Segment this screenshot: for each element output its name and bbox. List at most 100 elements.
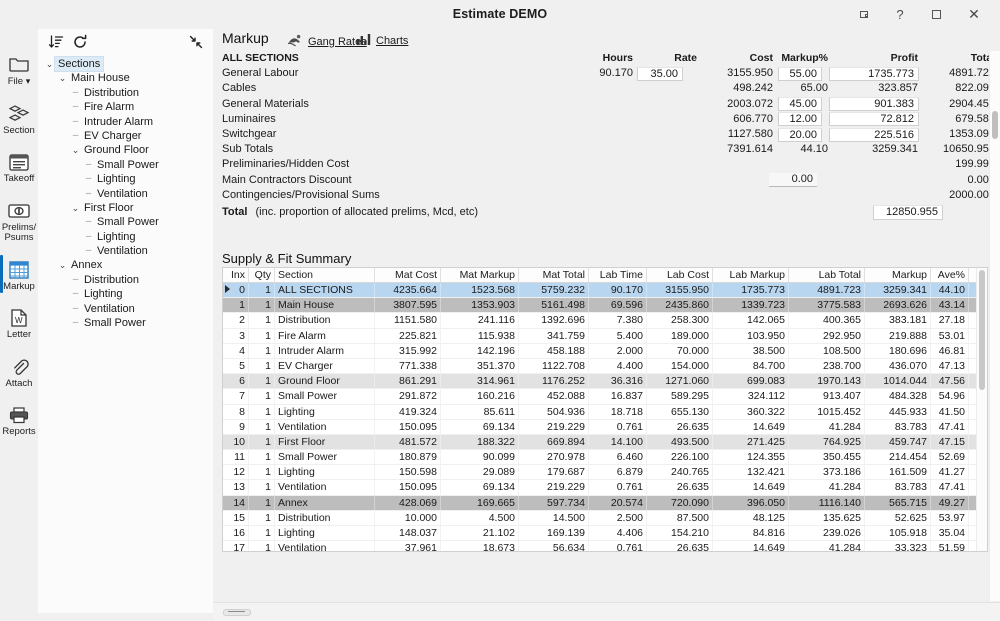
table-cell[interactable]: 341.759 [519,328,589,343]
table-cell[interactable]: 5 [223,358,249,374]
table-cell[interactable]: 1 [249,495,275,510]
table-cell[interactable]: Distribution [275,313,375,328]
table-cell[interactable]: 14 [223,495,249,510]
table-cell[interactable]: 38.500 [713,343,789,358]
table-cell[interactable]: 1014.044 [865,374,931,389]
table-cell[interactable]: 4 [223,343,249,358]
table-cell[interactable]: 36.316 [589,374,647,389]
table-cell[interactable]: 315.992 [375,343,441,358]
table-cell[interactable]: 11 [223,450,249,465]
tree-node[interactable]: – Small Power [38,316,213,330]
table-cell[interactable]: Ground Floor [275,374,375,389]
table-cell[interactable]: First Floor [275,434,375,450]
table-cell[interactable]: 103.950 [713,328,789,343]
table-cell[interactable]: 1271.060 [647,374,713,389]
table-cell[interactable]: 484.328 [865,389,931,404]
table-cell[interactable]: 29.089 [441,465,519,480]
table-cell[interactable]: 258.300 [647,313,713,328]
table-cell[interactable]: EV Charger [275,358,375,374]
table-cell[interactable]: 452.088 [519,389,589,404]
tree-node[interactable]: – Lighting [38,172,213,186]
table-cell[interactable]: 115.938 [441,328,519,343]
table-cell[interactable]: Main House [275,298,375,313]
gang-rates-link[interactable]: Gang Rates [286,33,367,50]
table-cell[interactable]: 225.821 [375,328,441,343]
table-cell[interactable]: 1 [249,283,275,298]
table-cell[interactable]: 445.933 [865,404,931,419]
table-cell[interactable]: 16.837 [589,389,647,404]
table-cell[interactable]: 10.000 [375,510,441,525]
table-cell[interactable]: 44.10 [931,283,969,298]
tree-node[interactable]: ⌄ Main House [38,71,213,85]
table-cell[interactable]: 10 [223,434,249,450]
grid-column-header[interactable]: Lab Time [589,268,647,282]
table-cell[interactable]: 1116.140 [789,495,865,510]
table-cell[interactable]: 1015.452 [789,404,865,419]
rail-item-file[interactable]: File ▾ [0,47,38,91]
table-cell[interactable]: 493.500 [647,434,713,450]
table-cell[interactable]: 481.572 [375,434,441,450]
table-cell[interactable]: 2.000 [589,343,647,358]
rail-item-attach[interactable]: Attach [0,350,38,393]
table-cell[interactable]: 169.139 [519,526,589,541]
grid-column-header[interactable]: Mat Total [519,268,589,282]
table-row[interactable]: 16 1 Lighting 148.037 21.102 169.139 4.406 154.… [223,526,987,542]
tree-node[interactable]: – Ventilation [38,244,213,258]
table-row[interactable]: 17 1 Ventilation 37.961 18.673 56.634 0.761 26.… [223,541,987,551]
table-cell[interactable]: 6.879 [589,465,647,480]
table-cell[interactable]: 21.102 [441,526,519,541]
chevron-down-icon[interactable]: ⌄ [70,201,81,215]
table-cell[interactable]: 14.649 [713,480,789,495]
table-cell[interactable]: 0 [223,283,249,298]
table-cell[interactable]: 1 [249,374,275,389]
tree-node[interactable]: – EV Charger [38,129,213,143]
main-scrollbar-thumb[interactable] [992,111,998,139]
rail-item-prelims-psums[interactable]: Prelims/ Psums [0,194,38,247]
table-cell[interactable]: 70.000 [647,343,713,358]
chevron-down-icon[interactable]: ⌄ [57,71,68,85]
rail-item-section[interactable]: Section [0,97,38,140]
grid-column-header[interactable]: Section [275,268,375,282]
table-row[interactable]: 0 1 ALL SECTIONS 4235.664 1523.568 5759.232 90… [223,283,987,299]
table-cell[interactable]: 4.400 [589,358,647,374]
tree-node[interactable]: – Lighting [38,287,213,301]
table-cell[interactable]: 84.816 [713,526,789,541]
table-cell[interactable]: 720.090 [647,495,713,510]
table-cell[interactable]: 160.216 [441,389,519,404]
table-cell[interactable]: 7 [223,389,249,404]
table-row[interactable]: 12 1 Lighting 150.598 29.089 179.687 6.879 240.… [223,465,987,481]
table-cell[interactable]: 5161.498 [519,298,589,313]
grid-column-header[interactable]: Qty [249,268,275,282]
table-row[interactable]: 10 1 First Floor 481.572 188.322 669.894 14.10… [223,434,987,451]
table-cell[interactable]: 351.370 [441,358,519,374]
table-row[interactable]: 11 1 Small Power 180.879 90.099 270.978 6.460 2… [223,450,987,466]
table-cell[interactable]: 5759.232 [519,283,589,298]
table-row[interactable]: 9 1 Ventilation 150.095 69.134 219.229 0.761 26… [223,419,987,435]
tree-node[interactable]: – Lighting [38,230,213,244]
rail-item-takeoff[interactable]: Takeoff [0,145,38,188]
table-cell[interactable]: 1 [249,480,275,495]
table-cell[interactable]: 53.97 [931,510,969,525]
maximize-button[interactable] [918,0,954,29]
table-cell[interactable]: 1 [249,298,275,313]
tree-node[interactable]: – Ventilation [38,302,213,316]
table-cell[interactable]: 1151.580 [375,313,441,328]
table-cell[interactable]: 150.095 [375,419,441,434]
table-cell[interactable]: 69.134 [441,480,519,495]
grid-column-header[interactable]: Ave% [931,268,969,282]
table-row[interactable]: 2 1 Distribution 1151.580 241.116 1392.696 7.3… [223,313,987,329]
table-cell[interactable]: Small Power [275,389,375,404]
table-cell[interactable]: 0.761 [589,419,647,434]
tree-node[interactable]: – Fire Alarm [38,100,213,114]
markup-pct-input[interactable]: 12.00 [778,112,822,127]
table-row[interactable]: 13 1 Ventilation 150.095 69.134 219.229 0.761 2… [223,480,987,496]
table-cell[interactable]: 179.687 [519,465,589,480]
table-cell[interactable]: 458.188 [519,343,589,358]
table-cell[interactable]: 219.229 [519,419,589,434]
tree-node[interactable]: ⌄ Sections [38,55,213,73]
table-cell[interactable]: 3775.583 [789,298,865,313]
table-cell[interactable]: 292.950 [789,328,865,343]
table-cell[interactable]: 504.936 [519,404,589,419]
table-cell[interactable]: 43.14 [931,298,969,313]
main-vertical-scrollbar[interactable] [989,51,1000,601]
